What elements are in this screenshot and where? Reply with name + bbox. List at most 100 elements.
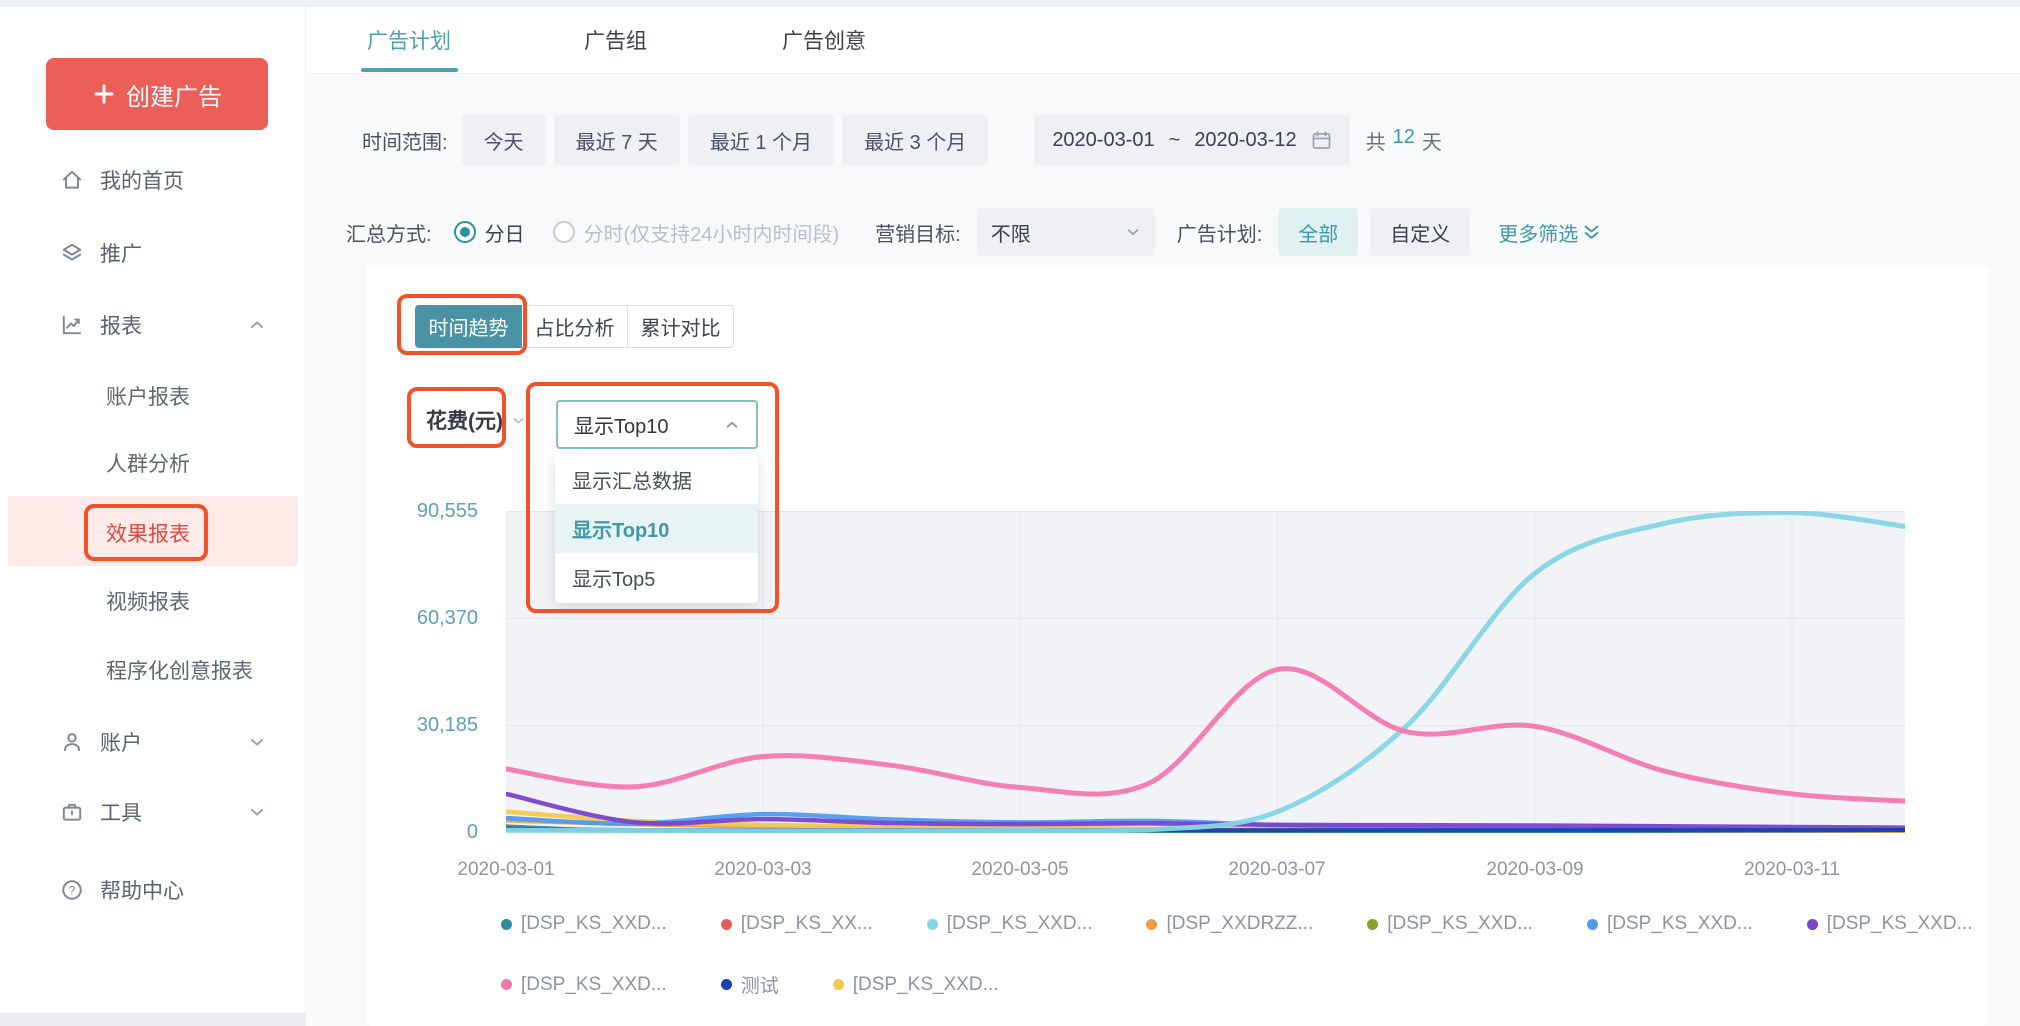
chart-tab-share-analysis[interactable]: 占比分析 [521, 305, 628, 348]
sidebar-item-tools[interactable]: 工具 [0, 790, 306, 834]
legend-dot [833, 979, 844, 990]
legend-dot [1367, 919, 1378, 930]
create-ad-button[interactable]: 创建广告 [46, 58, 268, 130]
legend-row-1: [DSP_KS_XXD... [DSP_KS_XX... [DSP_KS_XXD… [501, 913, 1972, 935]
sidebar-item-account[interactable]: 账户 [0, 720, 306, 764]
legend-row-2: [DSP_KS_XXD... 测试 [DSP_KS_XXD... [501, 971, 998, 998]
legend-dot [721, 979, 732, 990]
legend-item[interactable]: [DSP_KS_XXD... [1587, 913, 1753, 935]
legend-item[interactable]: [DSP_KS_XXD... [1807, 913, 1973, 935]
x-axis-tick: 2020-03-05 [955, 859, 1085, 881]
radio-daily-label[interactable]: 分日 [485, 218, 525, 247]
marketing-goal-value: 不限 [991, 218, 1125, 247]
preset-last-7-days[interactable]: 最近 7 天 [554, 115, 680, 165]
plan-custom-button[interactable]: 自定义 [1370, 208, 1470, 256]
sidebar-item-label: 视频报表 [106, 586, 190, 616]
legend-dot [1146, 919, 1157, 930]
top-n-select[interactable]: 显示Top10 [556, 400, 758, 449]
chart-tab-cumulative-compare[interactable]: 累计对比 [627, 305, 734, 348]
legend-label: 测试 [741, 971, 779, 998]
sidebar-item-label: 帮助中心 [100, 875, 184, 905]
dropdown-option-top5[interactable]: 显示Top5 [555, 553, 758, 602]
chart-tab-time-trend[interactable]: 时间趋势 [415, 305, 522, 348]
legend-label: [DSP_XXDRZZ... [1166, 913, 1313, 935]
create-ad-label: 创建广告 [126, 77, 222, 112]
sidebar-item-label: 工具 [100, 797, 142, 827]
tab-ad-group[interactable]: 广告组 [584, 25, 647, 55]
home-icon [60, 168, 84, 192]
chevron-down-icon [248, 733, 266, 751]
calendar-icon [1311, 130, 1332, 151]
top-tab-bar: 广告计划 广告组 广告创意 [307, 7, 2020, 74]
sidebar-item-effect-report[interactable]: 效果报表 [0, 511, 306, 555]
chevron-up-icon [248, 316, 266, 334]
svg-text:?: ? [69, 883, 76, 897]
legend-dot [1587, 919, 1598, 930]
sidebar-item-label: 效果报表 [106, 518, 190, 548]
chart-card: 时间趋势 占比分析 累计对比 花费(元) 显示Top10 显示汇总数据 显示To… [366, 265, 1988, 1026]
legend-item[interactable]: [DSP_KS_XXD... [833, 974, 999, 996]
sidebar-item-label: 报表 [100, 310, 142, 340]
preset-last-1-month[interactable]: 最近 1 个月 [688, 115, 834, 165]
metric-selector-value: 花费(元) [426, 405, 503, 435]
chevron-down-icon [511, 413, 526, 428]
plan-all-button[interactable]: 全部 [1278, 208, 1358, 256]
chevron-down-icon [248, 803, 266, 821]
top-n-dropdown-panel: 显示汇总数据 显示Top10 显示Top5 [555, 455, 758, 603]
marketing-goal-label: 营销目标: [875, 218, 961, 247]
radio-daily[interactable] [454, 221, 476, 243]
total-days-value: 12 [1393, 126, 1415, 155]
sidebar-item-reports[interactable]: 报表 [0, 303, 306, 347]
legend-item[interactable]: [DSP_KS_XXD... [1367, 913, 1533, 935]
sidebar-item-home[interactable]: 我的首页 [0, 158, 306, 202]
sidebar-item-promotion[interactable]: 推广 [0, 231, 306, 275]
legend-item[interactable]: [DSP_KS_XX... [721, 913, 873, 935]
sidebar-item-label: 程序化创意报表 [106, 655, 253, 685]
legend-item[interactable]: [DSP_KS_XXD... [927, 913, 1093, 935]
y-axis-tick: 0 [366, 821, 478, 844]
preset-today[interactable]: 今天 [462, 115, 546, 165]
radio-hourly-label[interactable]: 分时(仅支持24小时内时间段) [584, 218, 840, 247]
legend-label: [DSP_KS_XXD... [521, 913, 667, 935]
legend-item[interactable]: [DSP_KS_XXD... [501, 913, 667, 935]
radio-hourly[interactable] [553, 221, 575, 243]
dropdown-option-top10[interactable]: 显示Top10 [555, 504, 758, 553]
legend-dot [501, 919, 512, 930]
legend-item[interactable]: 测试 [721, 971, 779, 998]
sidebar-bottom-strip [0, 1013, 306, 1026]
date-start: 2020-03-01 [1052, 129, 1154, 152]
sidebar-item-label: 人群分析 [106, 448, 190, 478]
legend-item[interactable]: [DSP_KS_XXD... [501, 974, 667, 996]
more-filters-link[interactable]: 更多筛选 [1498, 218, 1600, 247]
legend-dot [721, 919, 732, 930]
ad-plan-filter-label: 广告计划: [1177, 218, 1263, 247]
legend-label: [DSP_KS_XXD... [1387, 913, 1533, 935]
x-axis-tick: 2020-03-07 [1212, 859, 1342, 881]
x-axis-tick: 2020-03-09 [1470, 859, 1600, 881]
marketing-goal-select[interactable]: 不限 [977, 208, 1155, 256]
active-tab-underline [361, 68, 458, 72]
tab-ad-plan[interactable]: 广告计划 [367, 25, 451, 55]
legend-label: [DSP_KS_XXD... [853, 974, 999, 996]
legend-label: [DSP_KS_XXD... [1827, 913, 1973, 935]
y-axis-tick: 60,370 [366, 607, 478, 630]
date-range-picker[interactable]: 2020-03-01 ~ 2020-03-12 [1034, 115, 1349, 165]
preset-last-3-months[interactable]: 最近 3 个月 [842, 115, 988, 165]
sidebar-item-video-report[interactable]: 视频报表 [0, 579, 306, 623]
legend-item[interactable]: [DSP_XXDRZZ... [1146, 913, 1313, 935]
sidebar: 创建广告 我的首页 推广 报表 账户报表 人群分析 效果报表 视频报表 程 [0, 7, 306, 1026]
sidebar-item-help-center[interactable]: ? 帮助中心 [0, 868, 306, 912]
total-suffix: 天 [1422, 126, 1442, 155]
sidebar-item-programmatic-creative-report[interactable]: 程序化创意报表 [0, 648, 306, 692]
legend-dot [927, 919, 938, 930]
legend-label: [DSP_KS_XXD... [521, 974, 667, 996]
dropdown-option-summary[interactable]: 显示汇总数据 [555, 455, 758, 504]
sidebar-item-account-report[interactable]: 账户报表 [0, 374, 306, 418]
tab-ad-creative[interactable]: 广告创意 [782, 25, 866, 55]
sidebar-item-label: 我的首页 [100, 165, 184, 195]
sidebar-item-audience-analysis[interactable]: 人群分析 [0, 441, 306, 485]
sidebar-item-label: 推广 [100, 238, 142, 268]
user-icon [60, 730, 84, 754]
date-separator: ~ [1169, 129, 1181, 152]
metric-selector[interactable]: 花费(元) [426, 402, 526, 438]
